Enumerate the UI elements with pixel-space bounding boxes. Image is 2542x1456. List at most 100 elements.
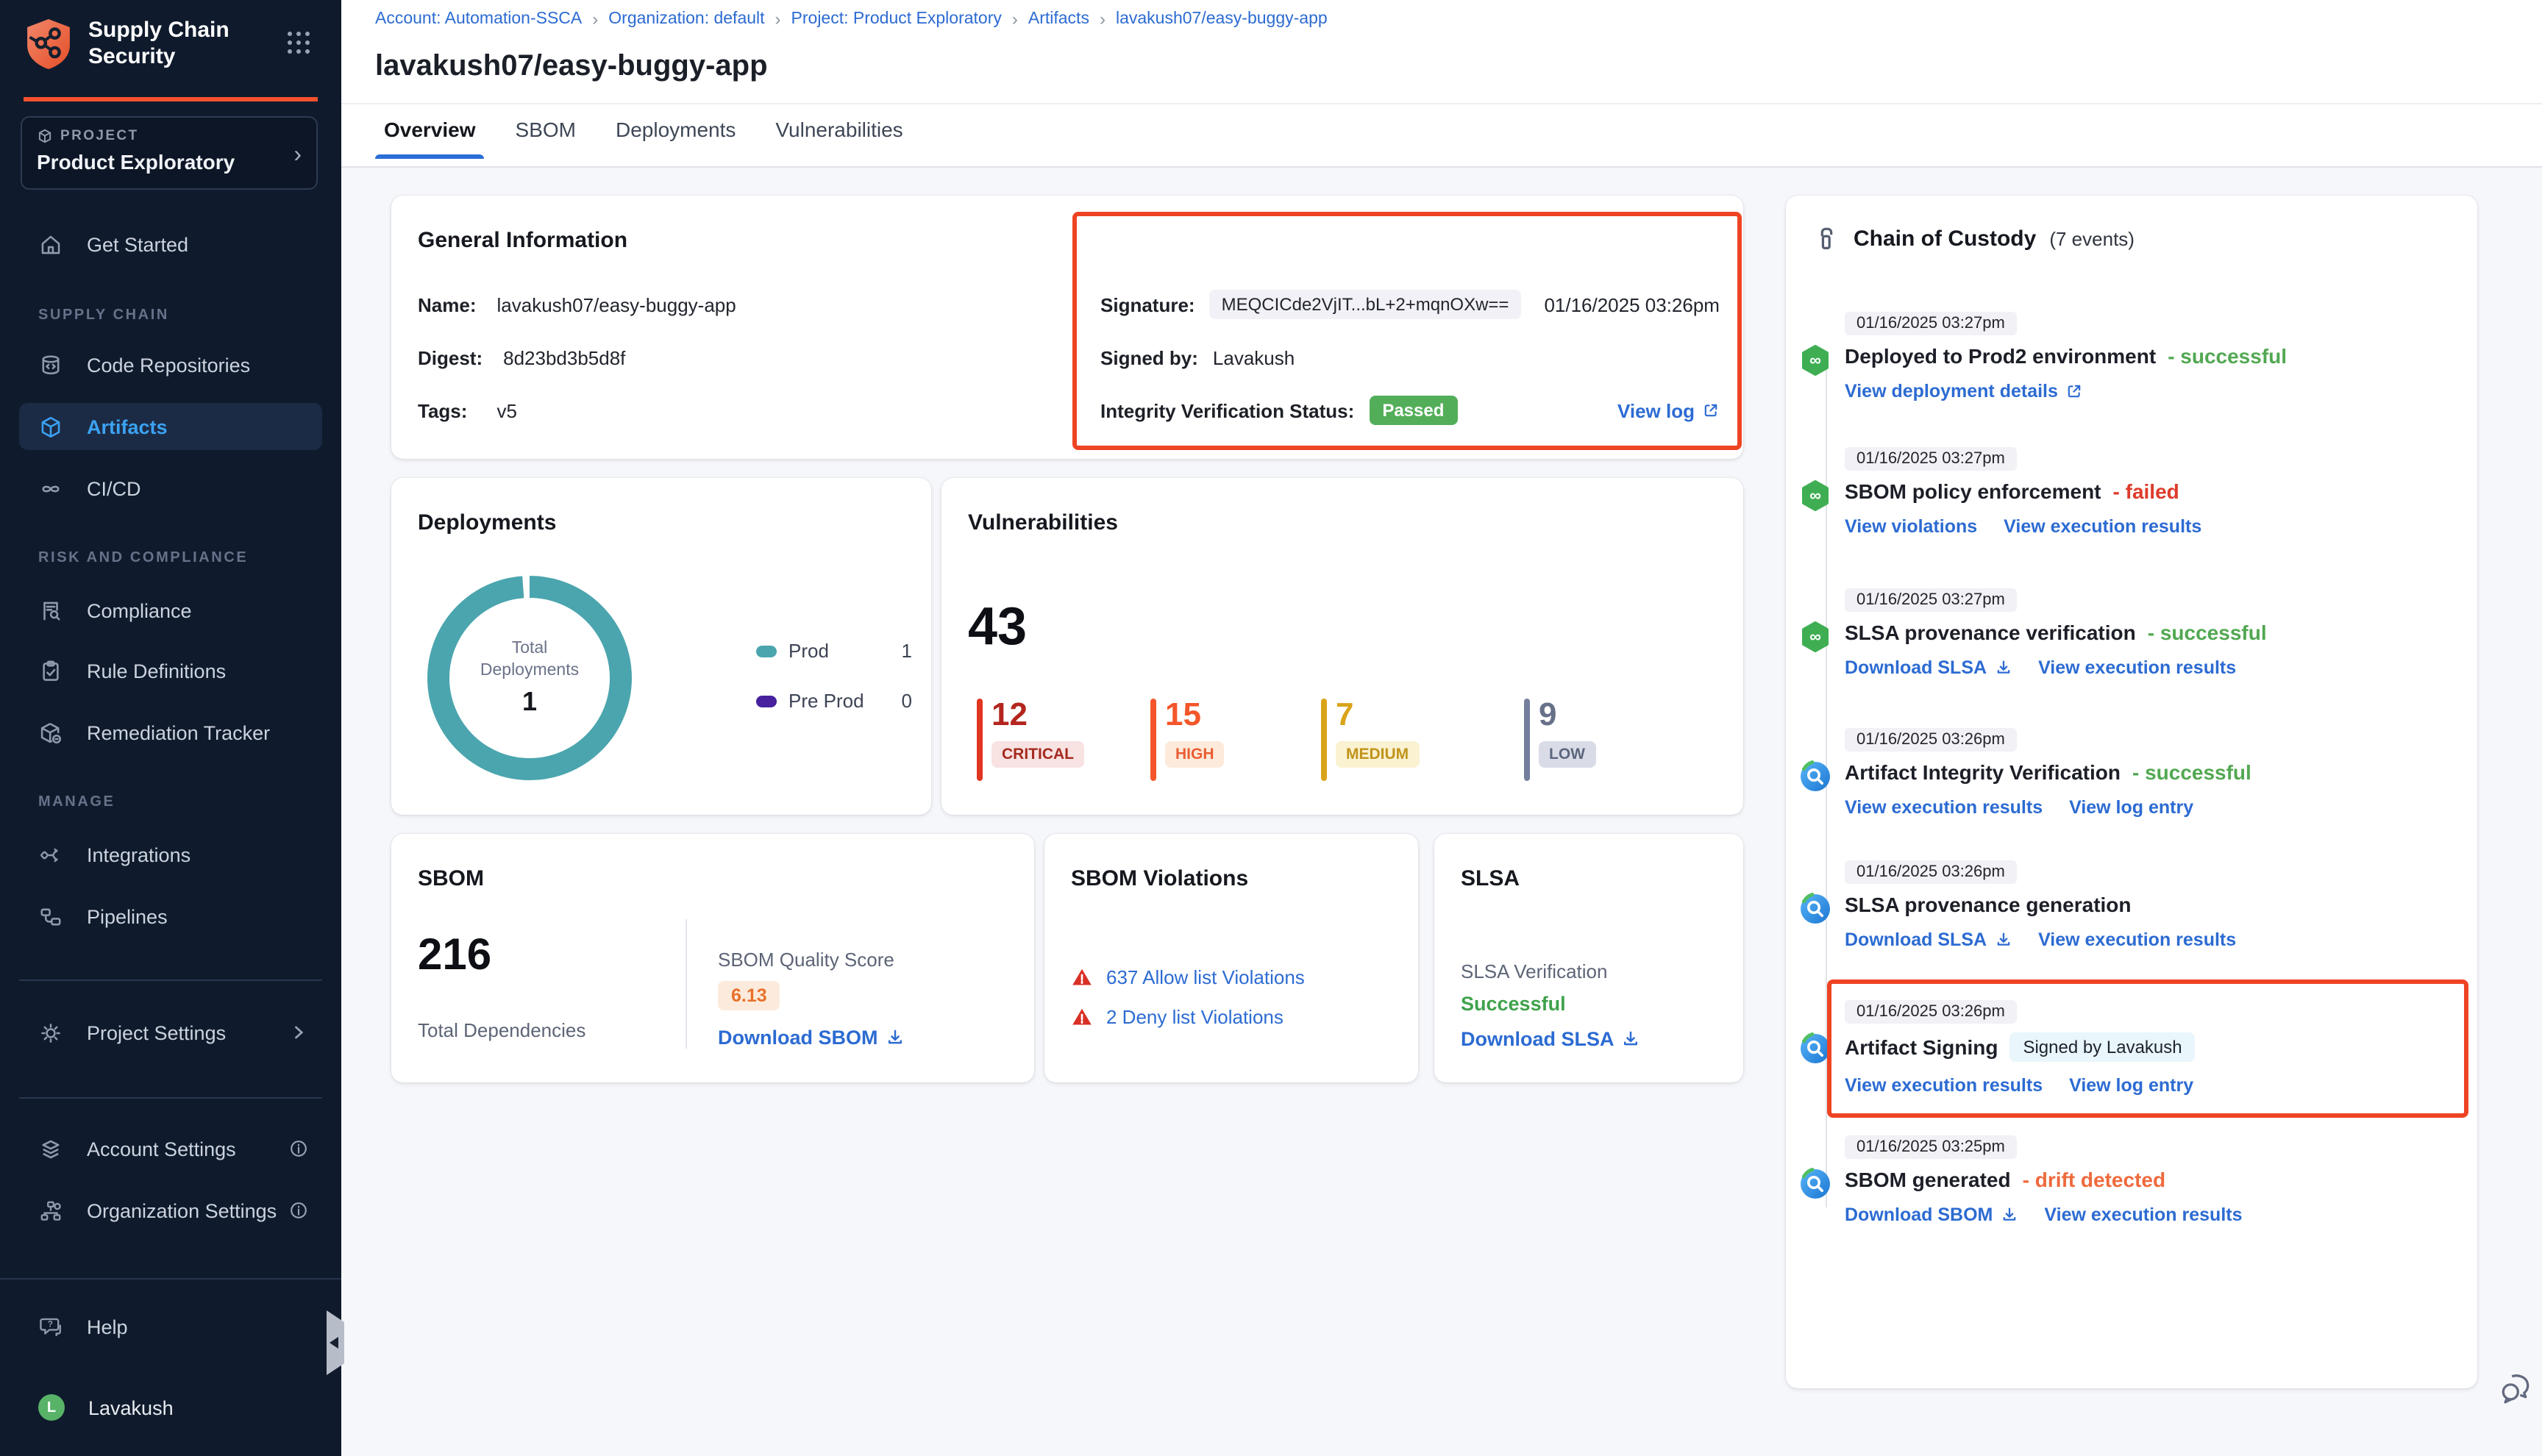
download-slsa-link[interactable]: Download SLSA: [1461, 1028, 1641, 1050]
slsa-verification-status: Successful: [1461, 993, 1566, 1015]
view-log-entry-link[interactable]: View log entry: [2069, 1075, 2193, 1096]
tab-sbom[interactable]: SBOM: [516, 118, 576, 159]
event-title: SLSA provenance verification: [1845, 621, 2136, 644]
view-execution-results-link[interactable]: View execution results: [2038, 657, 2236, 678]
breadcrumb-account[interactable]: Account: Automation-SSCA: [375, 10, 582, 28]
breadcrumb-separator: ›: [1012, 9, 1018, 29]
svg-text:∞: ∞: [1809, 627, 1821, 646]
sidebar-item-organization-settings[interactable]: Organization Settings: [0, 1191, 341, 1230]
tab-overview[interactable]: Overview: [384, 118, 476, 159]
sidebar-item-code-repositories[interactable]: Code Repositories: [0, 346, 341, 384]
project-selector[interactable]: PROJECT Product Exploratory ›: [21, 116, 318, 190]
app-switcher-grid-icon[interactable]: [285, 29, 312, 56]
warning-triangle-icon: [1071, 966, 1093, 988]
breadcrumb-project[interactable]: Project: Product Exploratory: [791, 10, 1002, 28]
download-slsa-link[interactable]: Download SLSA: [1845, 929, 2012, 950]
severity-low: 9 LOW: [1524, 699, 1595, 768]
signed-by-badge: Signed by Lavakush: [2009, 1032, 2195, 1062]
sidebar-item-label: Integrations: [87, 843, 191, 866]
sidebar-item-artifacts[interactable]: Artifacts: [19, 403, 322, 450]
event-status: - failed: [2113, 479, 2179, 503]
total-deployments-value: 1: [522, 687, 537, 718]
breadcrumb-current[interactable]: lavakush07/easy-buggy-app: [1116, 10, 1328, 28]
svg-text:∞: ∞: [1809, 486, 1821, 504]
total-vulnerabilities-value: 43: [968, 596, 1027, 657]
view-deployment-details-link[interactable]: View deployment details: [1845, 381, 2083, 402]
view-execution-results-link[interactable]: View execution results: [2038, 929, 2236, 950]
home-icon: [38, 232, 63, 257]
chain-link-icon: [1812, 225, 1840, 253]
sbom-quality-score-value: 6.13: [718, 981, 780, 1010]
severity-label: LOW: [1539, 741, 1595, 768]
slsa-verification-label: SLSA Verification: [1461, 960, 1607, 982]
page-header: Account: Automation-SSCA › Organization:…: [341, 0, 2542, 168]
total-dependencies-value: 216: [418, 931, 491, 981]
sidebar-item-label: Remediation Tracker: [87, 721, 270, 743]
download-slsa-link[interactable]: Download SLSA: [1845, 657, 2012, 678]
ssca-scan-icon: [1799, 760, 1831, 793]
page-title: lavakush07/easy-buggy-app: [375, 50, 768, 84]
view-violations-link[interactable]: View violations: [1845, 516, 1977, 537]
sidebar-item-integrations[interactable]: Integrations: [0, 835, 341, 874]
pipelines-icon: [38, 904, 63, 929]
event-timestamp: 01/16/2025 03:27pm: [1845, 447, 2017, 471]
sidebar-item-label: Artifacts: [87, 415, 168, 438]
header-bottom-divider: [341, 166, 2542, 168]
sidebar-item-get-started[interactable]: Get Started: [0, 225, 341, 263]
sidebar-item-help[interactable]: ? Help: [0, 1307, 341, 1346]
sidebar-item-rule-definitions[interactable]: Rule Definitions: [0, 652, 341, 690]
tags-label: Tags:: [418, 399, 467, 421]
remediation-box-icon: [38, 720, 63, 745]
user-menu[interactable]: L Lavakush: [0, 1388, 341, 1427]
pre-prod-swatch: [756, 695, 777, 707]
event-status: - drift detected: [2023, 1168, 2165, 1191]
view-execution-results-link[interactable]: View execution results: [2044, 1205, 2242, 1225]
sidebar-item-account-settings[interactable]: Account Settings: [0, 1130, 341, 1168]
view-execution-results-link[interactable]: View execution results: [2004, 516, 2201, 537]
severity-label: MEDIUM: [1336, 741, 1419, 768]
breadcrumb-artifacts[interactable]: Artifacts: [1028, 10, 1089, 28]
sidebar-item-pipelines[interactable]: Pipelines: [0, 897, 341, 935]
view-execution-results-link[interactable]: View execution results: [1845, 797, 2043, 818]
infinity-icon: [38, 476, 63, 501]
code-repository-icon: [38, 352, 63, 377]
prod-swatch: [756, 645, 777, 657]
sidebar-item-label: CI/CD: [87, 477, 141, 499]
slsa-card: SLSA SLSA Verification Successful Downlo…: [1434, 834, 1743, 1082]
project-label: PROJECT: [60, 128, 139, 144]
sidebar-item-compliance[interactable]: Compliance: [0, 591, 341, 629]
project-name: Product Exploratory: [37, 150, 302, 174]
app-title: Supply Chain Security: [88, 18, 229, 71]
event-title: SBOM policy enforcement: [1845, 479, 2101, 503]
download-sbom-link[interactable]: Download SBOM: [718, 1027, 905, 1049]
signature-timestamp: 01/16/2025 03:26pm: [1544, 293, 1720, 315]
total-dependencies-label: Total Dependencies: [418, 1019, 585, 1041]
sidebar-collapse-handle[interactable]: [327, 1310, 344, 1375]
tab-vulnerabilities[interactable]: Vulnerabilities: [775, 118, 902, 159]
severity-count: 7: [1336, 699, 1419, 731]
chevron-right-icon: [288, 1022, 309, 1043]
info-icon[interactable]: [288, 1138, 309, 1159]
breadcrumb-organization[interactable]: Organization: default: [608, 10, 764, 28]
card-title: Deployments: [418, 510, 556, 535]
sidebar-item-cicd[interactable]: CI/CD: [0, 469, 341, 507]
app-root: Supply Chain Security PROJECT Product Ex…: [0, 0, 2542, 1456]
view-log-entry-link[interactable]: View log entry: [2069, 797, 2193, 818]
download-sbom-link[interactable]: Download SBOM: [1845, 1205, 2018, 1225]
sidebar-item-label: Compliance: [87, 599, 192, 621]
digest-value: 8d23bd3b5d8f: [503, 346, 625, 368]
deployments-card: Deployments Total Deployments 1 Prod 1 P…: [391, 478, 931, 815]
allow-list-violations-link[interactable]: 637 Allow list Violations: [1106, 966, 1305, 988]
view-log-link[interactable]: View log: [1617, 399, 1720, 421]
tab-deployments[interactable]: Deployments: [616, 118, 736, 159]
document-search-icon: [38, 598, 63, 623]
sidebar-item-remediation-tracker[interactable]: Remediation Tracker: [0, 713, 341, 752]
chat-support-icon[interactable]: [2498, 1371, 2535, 1407]
sidebar-item-project-settings[interactable]: Project Settings: [0, 1013, 341, 1052]
sidebar: Supply Chain Security PROJECT Product Ex…: [0, 0, 341, 1456]
name-label: Name:: [418, 293, 477, 315]
deny-list-violations-link[interactable]: 2 Deny list Violations: [1106, 1006, 1284, 1028]
info-icon[interactable]: [288, 1200, 309, 1221]
sidebar-item-label: Rule Definitions: [87, 660, 226, 682]
view-execution-results-link[interactable]: View execution results: [1845, 1075, 2043, 1096]
